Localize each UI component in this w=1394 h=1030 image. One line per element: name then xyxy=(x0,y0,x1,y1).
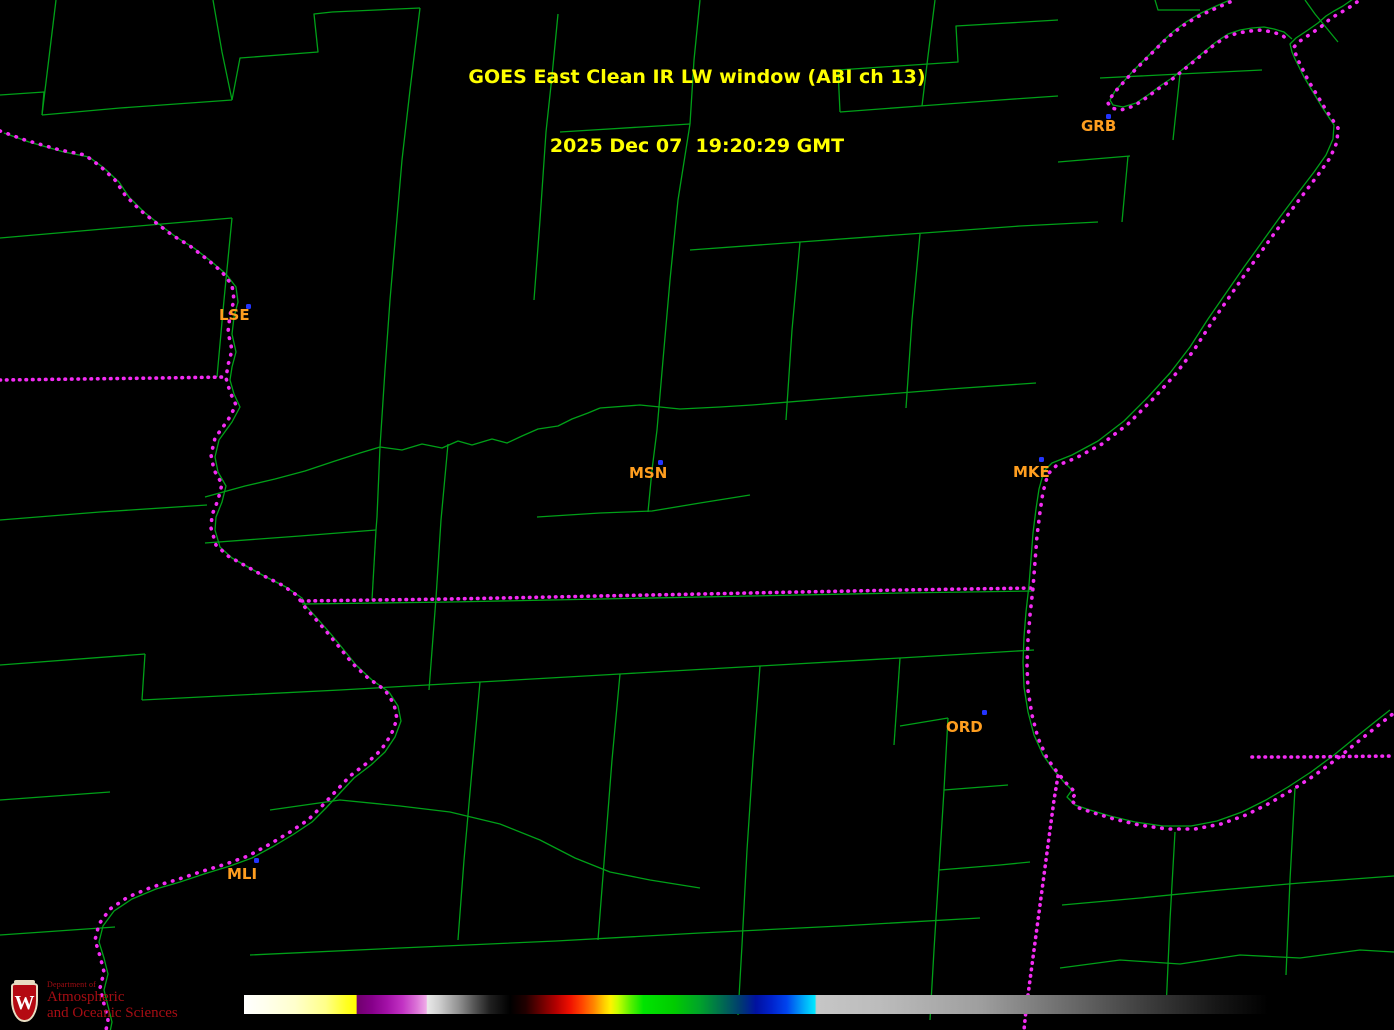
station-dot-ord xyxy=(982,710,987,715)
county-boundary-line xyxy=(1286,788,1295,975)
logo-dept-label: Department of xyxy=(47,980,178,989)
il-in-border xyxy=(1024,776,1058,1030)
county-boundary-line xyxy=(376,447,380,530)
county-boundary-line xyxy=(690,222,1098,250)
station-label-lse: LSE xyxy=(219,306,250,324)
county-boundary-line xyxy=(1062,876,1394,905)
county-boundary-line xyxy=(0,505,207,520)
county-boundary-line xyxy=(738,666,760,1015)
county-boundary-line xyxy=(556,918,980,941)
logo-text: Department of Atmospheric and Oceanic Sc… xyxy=(47,980,178,1022)
county-boundary-line xyxy=(142,654,145,700)
uw-crest-icon: W xyxy=(10,980,40,1024)
station-label-msn: MSN xyxy=(629,464,667,482)
county-boundary-line xyxy=(1166,832,1175,1010)
county-boundary-line xyxy=(205,530,376,543)
logo-name-line2: and Oceanic Sciences xyxy=(47,1005,178,1022)
image-timestamp: 2025 Dec 07 19:20:29 GMT xyxy=(0,135,1394,158)
county-boundary-line xyxy=(332,8,420,12)
mississippi-river-border-green xyxy=(4,133,401,1030)
county-boundary-line xyxy=(436,444,448,598)
county-boundary-line xyxy=(142,690,340,700)
county-boundary-line xyxy=(205,408,600,497)
county-boundary-line xyxy=(939,862,1030,870)
county-boundary-line xyxy=(458,682,480,940)
county-boundary-line xyxy=(894,658,900,745)
station-dot-mke xyxy=(1039,457,1044,462)
county-boundary-line xyxy=(537,495,750,517)
county-boundary-line xyxy=(786,242,800,420)
county-boundary-line xyxy=(944,785,1008,790)
county-boundary-line xyxy=(0,218,232,238)
mn-ia-border xyxy=(0,377,226,380)
uw-aos-logo: W Department of Atmospheric and Oceanic … xyxy=(10,980,178,1024)
in-border-east xyxy=(1252,756,1394,757)
crest-letter: W xyxy=(15,993,35,1013)
image-title-line1: GOES East Clean IR LW window (ABI ch 13) xyxy=(0,66,1394,89)
station-label-grb: GRB xyxy=(1081,117,1116,135)
county-boundary-line xyxy=(648,124,690,512)
county-boundary-line xyxy=(1060,950,1394,968)
county-boundary-line xyxy=(1155,0,1200,10)
wi-il-border xyxy=(302,588,1034,601)
county-boundary-line xyxy=(250,941,556,955)
county-boundary-line xyxy=(0,654,145,665)
county-boundary-line xyxy=(600,383,1036,409)
logo-name-line1: Atmospheric xyxy=(47,989,178,1005)
station-label-mke: MKE xyxy=(1013,463,1050,481)
county-boundary-line xyxy=(900,718,948,726)
county-boundary-line xyxy=(270,800,700,888)
county-boundary-line xyxy=(372,530,376,600)
station-label-mli: MLI xyxy=(227,865,257,883)
county-boundary-line xyxy=(906,234,920,408)
county-boundary-line xyxy=(340,650,1034,690)
station-label-ord: ORD xyxy=(946,718,983,736)
mississippi-river-border xyxy=(0,131,397,1030)
county-boundary-line xyxy=(429,598,436,690)
image-title: GOES East Clean IR LW window (ABI ch 13)… xyxy=(0,20,1394,181)
county-boundary-line xyxy=(0,792,110,800)
ir-temperature-colorbar xyxy=(244,995,1268,1014)
wi-il-border-green xyxy=(302,591,1034,604)
county-boundary-line xyxy=(598,674,620,940)
station-dot-mli xyxy=(254,858,259,863)
goes-ir-satellite-viewer: { "title": { "line1": "GOES East Clean I… xyxy=(0,0,1394,1030)
